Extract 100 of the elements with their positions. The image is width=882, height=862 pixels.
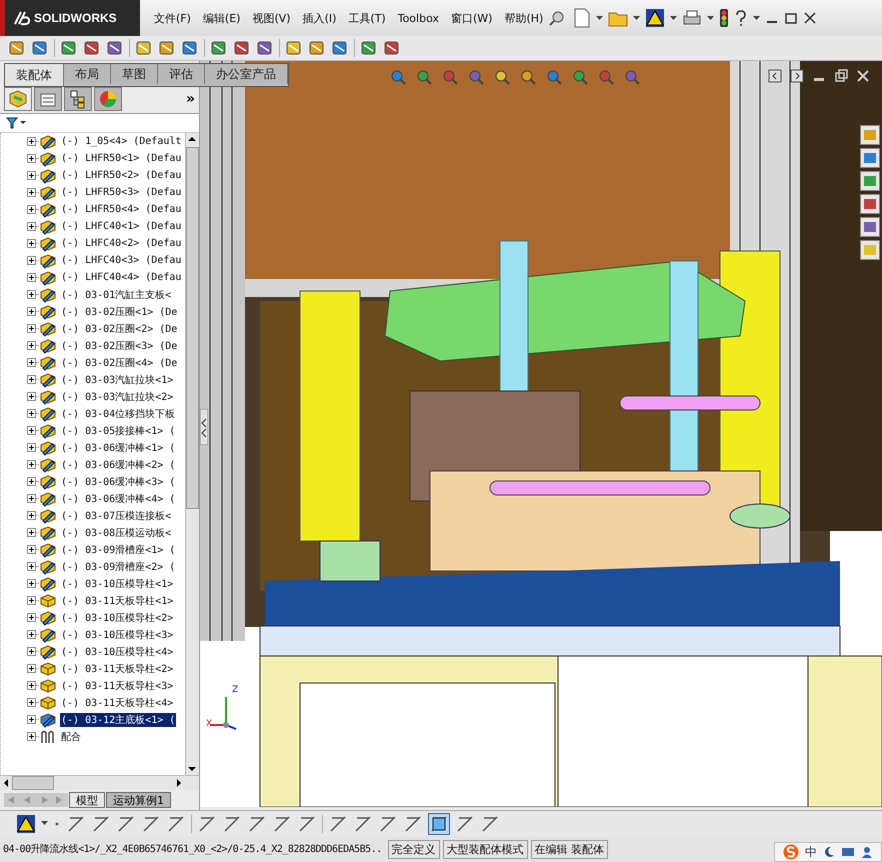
expand-icon[interactable] [27, 256, 36, 265]
tree-item[interactable]: (-) LHFR50<4> (Defau [60, 204, 182, 215]
expand-icon[interactable] [27, 443, 36, 452]
expand-icon[interactable] [27, 715, 36, 724]
dropdown-icon[interactable] [41, 821, 48, 826]
dropdown-icon[interactable] [596, 16, 604, 20]
tree-item[interactable]: (-) 03-01汽缸主支板< [60, 288, 172, 302]
expand-icon[interactable] [27, 562, 36, 571]
expand-icon[interactable] [27, 545, 36, 554]
zoom-icon[interactable] [416, 69, 432, 85]
menu-item[interactable]: 窗口(W) [444, 10, 498, 26]
tree-item[interactable]: (-) 03-09滑槽座<2> ( [60, 560, 176, 574]
close-icon[interactable] [803, 11, 818, 25]
tree-item[interactable]: (-) 03-11天板导柱<2> [60, 662, 174, 676]
dropdown-icon[interactable] [633, 16, 640, 20]
tree-item[interactable]: (-) LHFC40<4> (Defau [60, 272, 182, 283]
expand-icon[interactable] [27, 290, 36, 299]
command-tab[interactable]: 草图 [111, 64, 158, 84]
tree-item[interactable]: (-) 03-09滑槽座<1> ( [60, 542, 176, 556]
expand-icon[interactable] [27, 409, 36, 418]
tree-item[interactable]: (-) 1_05<4> (Default [60, 136, 182, 147]
horizontal-scrollbar[interactable] [0, 775, 199, 790]
expand-icon[interactable] [27, 494, 36, 503]
tree-item[interactable]: (-) LHFC40<1> (Defau [60, 221, 182, 232]
expand-icon[interactable] [27, 477, 36, 486]
command-tab[interactable]: 办公室产品 [205, 64, 288, 84]
expand-icon[interactable] [27, 698, 36, 707]
bottom-tab[interactable]: 模型 [69, 792, 105, 808]
tile-right-icon[interactable] [790, 69, 804, 83]
expand-icon[interactable] [27, 205, 36, 214]
dropdown-icon[interactable] [707, 16, 714, 20]
tree-item[interactable]: (-) LHFR50<3> (Defau [60, 187, 182, 198]
menu-item[interactable]: 帮助(H) [498, 10, 550, 26]
expand-icon[interactable] [27, 341, 36, 350]
keyboard-icon[interactable] [841, 846, 855, 858]
expand-icon[interactable] [27, 511, 36, 520]
user-icon[interactable] [861, 846, 873, 858]
expand-icon[interactable] [27, 528, 36, 537]
printer-icon[interactable] [682, 9, 702, 27]
tree-item[interactable]: (-) LHFR50<1> (Defau [60, 153, 182, 164]
command-tab[interactable]: 装配体 [5, 64, 64, 86]
menu-item[interactable]: Toolbox [392, 12, 445, 24]
menu-item[interactable]: 工具(T) [342, 10, 392, 26]
configuration-tab-icon[interactable] [64, 87, 92, 111]
help-icon[interactable] [734, 9, 748, 27]
panel-collapse-handle-icon[interactable] [200, 409, 208, 445]
command-tab[interactable]: 评估 [158, 64, 205, 84]
tree-item[interactable]: (-) 03-04位移挡块下板 [60, 406, 176, 420]
tree-item[interactable]: 配合 [60, 730, 82, 744]
tree-item[interactable]: (-) 03-03汽缸拉块<1> [60, 372, 174, 386]
command-tab[interactable]: 布局 [64, 64, 111, 84]
menu-item[interactable]: 编辑(E) [196, 10, 246, 26]
tree-item[interactable]: (-) 03-06缓冲棒<3> ( [60, 474, 176, 488]
bottom-tab[interactable]: 运动算例1 [106, 792, 171, 808]
point-icon[interactable] [53, 820, 61, 828]
expand-icon[interactable] [27, 171, 36, 180]
tree-item[interactable]: (-) 03-06缓冲棒<2> ( [60, 458, 176, 472]
dropdown-icon[interactable] [753, 16, 760, 20]
property-tab-icon[interactable] [34, 87, 62, 111]
tree-item[interactable]: (-) 03-11天板导柱<4> [60, 696, 174, 710]
new-document-icon[interactable] [573, 8, 592, 28]
expand-icon[interactable] [27, 273, 36, 282]
expand-icon[interactable] [27, 426, 36, 435]
expand-icon[interactable] [27, 630, 36, 639]
tree-item[interactable]: (-) LHFR50<2> (Defau [60, 170, 182, 181]
expand-icon[interactable] [27, 681, 36, 690]
expand-icon[interactable] [27, 307, 36, 316]
restore-icon[interactable] [784, 11, 798, 25]
expand-icon[interactable] [27, 188, 36, 197]
expand-icon[interactable] [27, 460, 36, 469]
expand-icon[interactable] [27, 239, 36, 248]
tree-item[interactable]: (-) 03-07压模连接板< [60, 508, 172, 522]
tree-item[interactable]: (-) 03-02压圈<4> (De [60, 356, 178, 370]
tree-item[interactable]: (-) 03-05接接棒<1> ( [60, 424, 176, 438]
tree-item[interactable]: (-) 03-02压圈<2> (De [60, 322, 178, 336]
expand-icon[interactable] [27, 613, 36, 622]
traffic-light-icon[interactable] [719, 8, 730, 28]
expand-panel-button[interactable]: » [186, 91, 195, 107]
menu-item[interactable]: 文件(F) [148, 10, 197, 26]
feature-tree-tab-icon[interactable] [4, 87, 32, 111]
tree-item[interactable]: (-) 03-02压圈<3> (De [60, 338, 178, 352]
tree-item[interactable]: (-) 03-06缓冲棒<1> ( [60, 440, 176, 454]
expand-icon[interactable] [27, 732, 36, 741]
tree-item[interactable]: (-) LHFC40<3> (Defau [60, 255, 182, 266]
tree-item[interactable]: (-) 03-10压模导柱<2> [60, 610, 174, 624]
expand-icon[interactable] [27, 222, 36, 231]
expand-icon[interactable] [27, 664, 36, 673]
tree-item[interactable]: (-) 03-08压模运动板< [60, 526, 172, 540]
tree-item[interactable]: (-) 03-11天板导柱<1> [60, 594, 174, 608]
tree-item[interactable]: (-) 03-11天板导柱<3> [60, 678, 174, 692]
filter-icon[interactable] [6, 117, 28, 129]
menu-item[interactable]: 视图(V) [246, 10, 297, 26]
menu-item[interactable]: 插入(I) [296, 10, 342, 26]
dropdown-icon[interactable] [670, 16, 678, 20]
tree-item[interactable]: (-) 03-02压圈<1> (De [60, 304, 178, 318]
tree-item[interactable]: (-) 03-12主底板<1> ( [60, 712, 176, 726]
tree-item[interactable]: (-) 03-03汽缸拉块<2> [60, 390, 174, 404]
tree-item[interactable]: (-) LHFC40<2> (Defau [60, 238, 182, 249]
expand-icon[interactable] [27, 324, 36, 333]
moon-icon[interactable] [823, 846, 835, 858]
